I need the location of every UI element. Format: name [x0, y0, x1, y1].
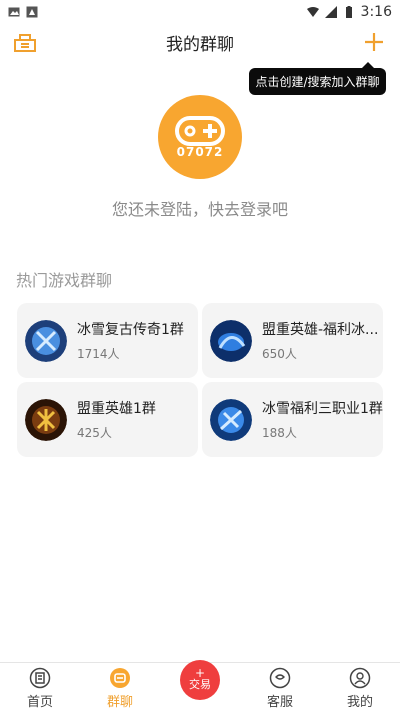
- tab-label: 首页: [26, 695, 53, 710]
- tab-home[interactable]: 首页: [0, 663, 80, 711]
- group-member-count: 425人: [77, 426, 112, 440]
- group-card[interactable]: 盟重英雄-福利冰... 650人: [202, 303, 383, 378]
- gamepad-icon: [175, 116, 225, 146]
- trade-button[interactable]: + 交易: [180, 660, 220, 700]
- login-prompt[interactable]: 您还未登陆，快去登录吧: [0, 196, 400, 220]
- image-notification-icon: [8, 7, 20, 17]
- tab-mine[interactable]: 我的: [320, 663, 400, 711]
- create-group-tooltip: 点击创建/搜索加入群聊: [249, 62, 386, 95]
- battery-icon: [345, 6, 352, 18]
- group-card[interactable]: 冰雪复古传奇1群 1714人: [17, 303, 198, 378]
- group-member-count: 650人: [262, 347, 297, 361]
- tab-group-chat[interactable]: 群聊: [80, 663, 160, 711]
- plus-icon[interactable]: [360, 28, 388, 56]
- app-notification-icon: [26, 6, 38, 18]
- tab-customer-service[interactable]: 客服: [240, 663, 320, 711]
- tab-label: 客服: [266, 695, 293, 710]
- status-right: 3:16: [306, 4, 392, 20]
- group-name: 冰雪福利三职业1群: [262, 401, 383, 417]
- hot-groups-title: 热门游戏群聊: [16, 271, 113, 290]
- page-title: 我的群聊: [166, 34, 234, 55]
- game-logo: [25, 319, 67, 362]
- group-name: 冰雪复古传奇1群: [77, 322, 184, 338]
- tab-label: 我的: [346, 695, 373, 710]
- group-card[interactable]: 盟重英雄1群 425人: [17, 382, 198, 457]
- tab-label: 群聊: [106, 695, 133, 710]
- status-left: [8, 6, 38, 18]
- signal-icon: [324, 6, 337, 18]
- user-icon: [349, 667, 371, 689]
- home-icon: [29, 667, 51, 689]
- clock: 3:16: [360, 4, 392, 20]
- group-card[interactable]: 冰雪福利三职业1群 188人: [202, 382, 383, 457]
- avatar[interactable]: 07072: [158, 95, 242, 179]
- group-name: 盟重英雄1群: [77, 401, 156, 417]
- chat-bubble-icon: [269, 667, 291, 689]
- trade-label: 交易: [189, 678, 211, 691]
- game-logo: [210, 319, 252, 362]
- group-name: 盟重英雄-福利冰...: [262, 322, 379, 338]
- group-member-count: 1714人: [77, 347, 120, 361]
- group-chat-icon: [110, 668, 130, 688]
- game-logo: [210, 398, 252, 441]
- header: 我的群聊: [0, 24, 400, 60]
- plus-icon: +: [194, 666, 206, 680]
- group-member-count: 188人: [262, 426, 297, 440]
- broom-icon[interactable]: [12, 29, 38, 55]
- game-logo: [25, 398, 67, 441]
- wifi-icon: [306, 7, 319, 17]
- status-bar: 3:16: [0, 0, 400, 24]
- avatar-code: 07072: [176, 145, 224, 159]
